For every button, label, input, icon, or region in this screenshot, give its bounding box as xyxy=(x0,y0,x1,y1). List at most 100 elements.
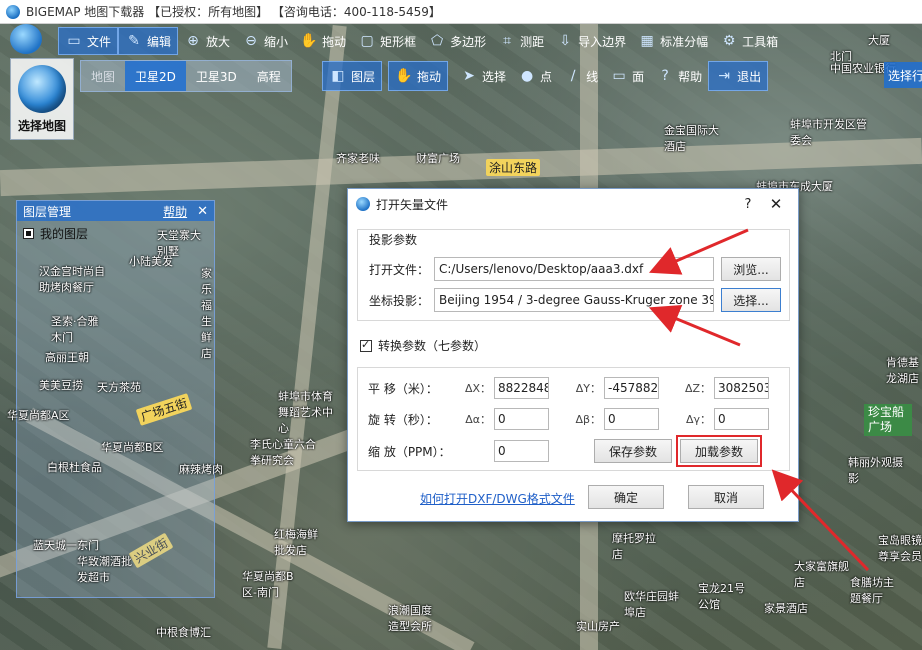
dialog-help-icon[interactable]: ? xyxy=(734,197,762,212)
dialog-close-icon[interactable]: ✕ xyxy=(762,195,790,213)
rectangle-icon: ▢ xyxy=(360,33,374,49)
pan-button[interactable]: ✋ 拖动 xyxy=(294,27,352,55)
map-label: 高丽王朝 xyxy=(45,351,89,364)
point-button[interactable]: ● 点 xyxy=(512,61,558,91)
rotate-label: 旋 转（秒）： xyxy=(368,412,438,427)
map-label: 蚌埠市体育舞蹈艺术中心 xyxy=(278,390,333,435)
area-button[interactable]: ▭ 面 xyxy=(604,61,650,91)
import-icon: ⇩ xyxy=(559,33,571,49)
point-icon: ● xyxy=(520,68,534,84)
map-label: 华夏尚都B区-南门 xyxy=(242,570,294,599)
tab-map[interactable]: 地图 xyxy=(81,61,125,91)
map-label: 华夏尚都A区 xyxy=(7,409,70,422)
toolbox-button[interactable]: ⚙ 工具箱 xyxy=(714,27,784,55)
seven-params-group: 平 移（米）： ΔX： 8822848 ΔY： -457882.5 ΔZ： 30… xyxy=(357,367,790,471)
dialog-title: 打开矢量文件 xyxy=(376,197,449,212)
delta-y-input[interactable]: -457882.5 xyxy=(604,377,659,399)
delta-gamma-input[interactable]: 0 xyxy=(714,408,769,430)
convert-params-checkbox-row[interactable]: 转换参数（七参数） xyxy=(360,337,486,354)
line-button[interactable]: ∕ 线 xyxy=(558,61,604,91)
map-label: 财富广场 xyxy=(416,152,460,165)
open-file-input[interactable]: C:/Users/lenovo/Desktop/aaa3.dxf xyxy=(434,257,714,281)
area-icon: ▭ xyxy=(612,68,626,84)
file-button[interactable]: ▭ 文件 xyxy=(58,27,119,55)
tab-satellite-2d[interactable]: 卫星2D xyxy=(125,61,186,91)
select-row-button[interactable]: 选择行 xyxy=(884,62,922,88)
import-boundary-button[interactable]: ⇩ 导入边界 xyxy=(550,27,632,55)
standard-sheet-button[interactable]: ▦ 标准分幅 xyxy=(632,27,714,55)
select-projection-button[interactable]: 选择... xyxy=(721,288,781,312)
save-params-button[interactable]: 保存参数 xyxy=(594,439,672,463)
help-button[interactable]: ? 帮助 xyxy=(650,61,708,91)
window-title: BIGEMAP 地图下载器 【已授权：所有地图】 【咨询电话：400-118-5… xyxy=(26,5,441,19)
map-label: 齐家老味 xyxy=(336,152,380,165)
layer-panel-header: 图层管理 帮助 ✕ xyxy=(17,201,214,221)
projection-group-title: 投影参数 xyxy=(367,231,420,248)
zoom-in-button[interactable]: ⊕ 放大 xyxy=(178,27,236,55)
cancel-button[interactable]: 取消 xyxy=(688,485,764,509)
polygon-icon: ⬠ xyxy=(431,33,444,49)
edit-icon: ✎ xyxy=(128,33,140,49)
map-label: 金宝国际大酒店 xyxy=(664,124,719,153)
scale-label: 缩 放（PPM）： xyxy=(368,444,451,459)
load-params-button[interactable]: 加载参数 xyxy=(676,435,762,467)
delta-z-input[interactable]: 3082503 xyxy=(714,377,769,399)
delta-x-input[interactable]: 8822848 xyxy=(494,377,549,399)
map-label: 食膳坊主题餐厅 xyxy=(850,576,894,605)
zoom-out-button[interactable]: ⊖ 缩小 xyxy=(236,27,294,55)
tab-satellite-3d[interactable]: 卫星3D xyxy=(186,61,247,91)
projection-group: 投影参数 打开文件： C:/Users/lenovo/Desktop/aaa3.… xyxy=(357,229,790,321)
scale-ppm-input[interactable]: 0 xyxy=(494,440,549,462)
main-toolbar: ▭ 文件 ✎ 编辑 ⊕ 放大 ⊖ 缩小 ✋ 拖动 ▢ 矩形框 ⬠ 多边形 ⌗ 测… xyxy=(58,26,922,56)
gear-icon: ⚙ xyxy=(722,33,736,49)
delta-alpha-input[interactable]: 0 xyxy=(494,408,549,430)
polygon-button[interactable]: ⬠ 多边形 xyxy=(422,27,492,55)
open-file-label: 打开文件： xyxy=(369,262,430,277)
map-label: 天方茶苑 xyxy=(97,381,141,394)
my-layers-checkbox[interactable] xyxy=(23,228,34,239)
open-vector-file-dialog: 打开矢量文件 ? ✕ 投影参数 打开文件： C:/Users/lenovo/De… xyxy=(347,188,799,522)
dxf-help-link[interactable]: 如何打开DXF/DWG格式文件 xyxy=(420,490,575,507)
map-label: 蚌埠市开发区管委会 xyxy=(790,118,867,147)
coord-projection-row: 坐标投影： Beijing 1954 / 3-degree Gauss-Krug… xyxy=(369,288,781,312)
grid-icon: ▦ xyxy=(640,33,654,49)
coord-projection-input[interactable]: Beijing 1954 / 3-degree Gauss-Kruger zon… xyxy=(434,288,714,312)
exit-button[interactable]: ⇥ 退出 xyxy=(708,61,769,91)
tab-elevation[interactable]: 高程 xyxy=(247,61,291,91)
map-label: 大家富旗舰店 xyxy=(794,560,849,589)
layer-panel-close-icon[interactable]: ✕ xyxy=(197,204,208,219)
map-label: 李氏心童六合拳研究会 xyxy=(250,438,316,467)
select-button[interactable]: ➤ 选择 xyxy=(454,61,512,91)
zoom-out-icon: ⊖ xyxy=(245,33,257,49)
select-map-button[interactable]: 选择地图 xyxy=(10,58,74,140)
map-label: 圣索·合雅木门 xyxy=(51,315,99,344)
browse-button[interactable]: 浏览... xyxy=(721,257,781,281)
map-label: 肯德基龙湖店 xyxy=(886,356,919,385)
map-label: 珍宝船广场 xyxy=(864,404,912,436)
scale-row: 缩 放（PPM）： 0 保存参数 加载参数 xyxy=(368,435,762,467)
map-label: 摩托罗拉店 xyxy=(612,532,656,561)
rectangle-button[interactable]: ▢ 矩形框 xyxy=(352,27,422,55)
map-type-bar: 地图 卫星2D 卫星3D 高程 xyxy=(80,60,292,92)
layers-button[interactable]: ◧ 图层 xyxy=(322,61,383,91)
ok-button[interactable]: 确定 xyxy=(588,485,664,509)
map-label: 白根杜食品 xyxy=(47,461,102,474)
map-label: 宝龙21号公馆 xyxy=(698,582,745,611)
app-globe-icon xyxy=(356,197,370,211)
layer-panel-help-link[interactable]: 帮助 xyxy=(163,203,187,220)
exit-icon: ⇥ xyxy=(718,68,730,84)
map-label: 实山房产 xyxy=(576,620,620,633)
help-icon: ? xyxy=(661,68,669,84)
delta-beta-input[interactable]: 0 xyxy=(604,408,659,430)
title-bar: BIGEMAP 地图下载器 【已授权：所有地图】 【咨询电话：400-118-5… xyxy=(0,0,922,24)
map-label: 红梅海鲜批发店 xyxy=(274,528,318,557)
drag-button[interactable]: ✋ 拖动 xyxy=(388,61,449,91)
map-label: 欧华庄园蚌埠店 xyxy=(624,590,679,619)
convert-params-label: 转换参数（七参数） xyxy=(378,339,487,353)
measure-button[interactable]: ⌗ 测距 xyxy=(492,27,550,55)
layer-panel-title: 图层管理 xyxy=(23,204,72,219)
edit-button[interactable]: ✎ 编辑 xyxy=(118,27,179,55)
coord-projection-label: 坐标投影： xyxy=(369,293,430,308)
map-label: 汉金宫时尚自助烤肉餐厅 xyxy=(39,265,105,294)
convert-params-checkbox[interactable] xyxy=(360,338,372,352)
